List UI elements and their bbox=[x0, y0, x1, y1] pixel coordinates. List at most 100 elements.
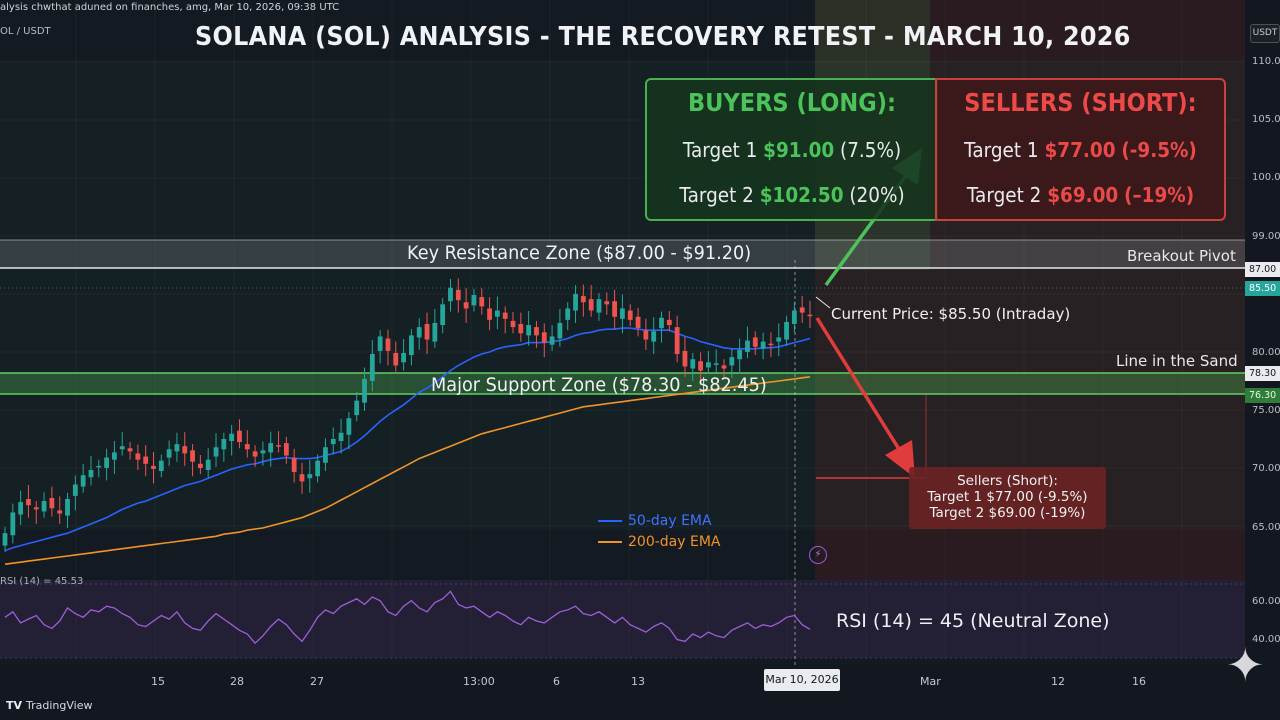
candle-body bbox=[674, 327, 680, 355]
line-in-sand-label: Line in the Sand bbox=[1116, 352, 1238, 370]
time-tick: 6 bbox=[553, 675, 560, 688]
candle-body bbox=[174, 444, 180, 452]
sellers-target-2: Target 2 $69.00 (–19%) bbox=[948, 183, 1212, 207]
rsi-indicator-label[interactable]: RSI (14) = 45.53 bbox=[0, 576, 83, 587]
sparkle-icon: ✦ bbox=[1226, 638, 1265, 692]
price-tick: 70.00 bbox=[1252, 463, 1280, 474]
candle-body bbox=[487, 308, 492, 320]
breakout-pivot-label: Breakout Pivot bbox=[1127, 247, 1236, 265]
candle-body bbox=[627, 310, 633, 320]
candle-body bbox=[557, 322, 563, 339]
candle-body bbox=[323, 447, 328, 463]
time-tick: 13:00 bbox=[463, 675, 495, 688]
candle-body bbox=[143, 456, 149, 464]
resistance-zone-label: Key Resistance Zone ($87.00 - $91.20) bbox=[407, 242, 752, 264]
candle-body bbox=[221, 438, 227, 450]
legend-ema50-label: 50-day EMA bbox=[628, 513, 712, 529]
sellers-summary-box: Sellers (Short): Target 1 $77.00 (-9.5%)… bbox=[909, 467, 1106, 529]
candle-body bbox=[291, 457, 297, 473]
candle-body bbox=[455, 289, 461, 301]
rsi-tick: 60.00 bbox=[1252, 596, 1280, 607]
sellers-t1-label: Target 1 bbox=[964, 138, 1039, 162]
candle-body bbox=[338, 432, 344, 442]
candle-body bbox=[135, 453, 141, 460]
candle-body bbox=[96, 465, 102, 468]
buyers-t1-pct: (7.5%) bbox=[840, 138, 902, 162]
candle-body bbox=[330, 438, 336, 445]
candle-body bbox=[604, 301, 610, 305]
time-tick: 15 bbox=[151, 675, 165, 688]
candle-body bbox=[791, 310, 797, 324]
tradingview-logo-icon: TV bbox=[6, 699, 23, 712]
legend-ema200-swatch bbox=[598, 541, 622, 543]
candle-body bbox=[57, 510, 63, 514]
candle-body bbox=[127, 448, 133, 452]
candle-body bbox=[705, 362, 711, 368]
candle-body bbox=[768, 343, 774, 346]
buyers-t1-label: Target 1 bbox=[682, 138, 758, 162]
buyers-t2-price: $102.50 bbox=[759, 183, 844, 207]
candle-body bbox=[80, 475, 86, 487]
candle-body bbox=[666, 319, 672, 326]
candle-body bbox=[713, 363, 719, 365]
candle-body bbox=[229, 433, 235, 442]
legend-ema50: 50-day EMA bbox=[598, 513, 712, 529]
candle-body bbox=[307, 474, 313, 479]
candle-body bbox=[690, 359, 696, 369]
sellers-t2-label: Target 2 bbox=[966, 183, 1042, 207]
candle-body bbox=[182, 446, 188, 454]
candle-body bbox=[213, 447, 219, 457]
candle-body bbox=[682, 350, 688, 367]
currency-button[interactable]: USDT bbox=[1250, 24, 1280, 43]
tradingview-logo[interactable]: TV TradingView bbox=[6, 699, 93, 712]
candle-body bbox=[72, 484, 78, 496]
candle-body bbox=[354, 400, 360, 416]
price-tick: 99.00 bbox=[1252, 231, 1280, 242]
candle-body bbox=[393, 352, 399, 366]
sellers-panel: SELLERS (SHORT): Target 1 $77.00 (-9.5%)… bbox=[935, 78, 1226, 221]
candle-body bbox=[315, 460, 321, 477]
sellers-box-t1: Target 1 $77.00 (-9.5%) bbox=[927, 489, 1088, 505]
candle-body bbox=[534, 327, 539, 336]
candle-body bbox=[752, 337, 758, 347]
buyers-t1-price: $91.00 bbox=[763, 138, 835, 162]
candle-body bbox=[463, 302, 469, 309]
candle-body bbox=[205, 459, 211, 471]
candle-body bbox=[573, 293, 578, 311]
candle-body bbox=[565, 308, 571, 320]
candle-body bbox=[596, 299, 602, 313]
candle-body bbox=[737, 349, 743, 360]
candle-body bbox=[33, 507, 39, 510]
time-tick: Mar bbox=[920, 675, 941, 688]
sellers-t2-pct: (–19%) bbox=[1124, 183, 1195, 207]
price-tag-support-bottom: 76.30 bbox=[1245, 388, 1280, 403]
candle-body bbox=[409, 335, 414, 356]
candle-body bbox=[362, 378, 367, 403]
candle-body bbox=[526, 325, 532, 336]
candle-body bbox=[377, 336, 383, 351]
candle-body bbox=[651, 331, 657, 342]
time-tick: 13 bbox=[631, 675, 645, 688]
lightning-icon[interactable]: ⚡ bbox=[809, 546, 827, 564]
candle-body bbox=[369, 354, 375, 381]
candle-body bbox=[158, 460, 164, 472]
time-tick: 12 bbox=[1051, 675, 1065, 688]
candle-body bbox=[721, 365, 727, 369]
sellers-t2-price: $69.00 bbox=[1047, 183, 1119, 207]
candle-body bbox=[612, 301, 618, 317]
candle-body bbox=[580, 296, 586, 303]
price-tick: 80.00 bbox=[1252, 347, 1280, 358]
candle-body bbox=[643, 330, 649, 340]
candle-body bbox=[479, 297, 485, 307]
chart-title: SOLANA (SOL) ANALYSIS - THE RECOVERY RET… bbox=[195, 22, 1131, 52]
candle-body bbox=[401, 352, 406, 363]
symbol-pair[interactable]: OL / USDT bbox=[0, 26, 51, 37]
candle-body bbox=[424, 323, 430, 340]
candle-body bbox=[745, 340, 750, 352]
candle-body bbox=[760, 341, 766, 349]
buyers-panel: BUYERS (LONG): Target 1 $91.00 (7.5%) Ta… bbox=[645, 78, 938, 221]
buyers-t2-pct: (20%) bbox=[849, 183, 905, 207]
candle-body bbox=[510, 320, 516, 328]
candle-body bbox=[18, 502, 24, 515]
candle-body bbox=[385, 338, 391, 351]
